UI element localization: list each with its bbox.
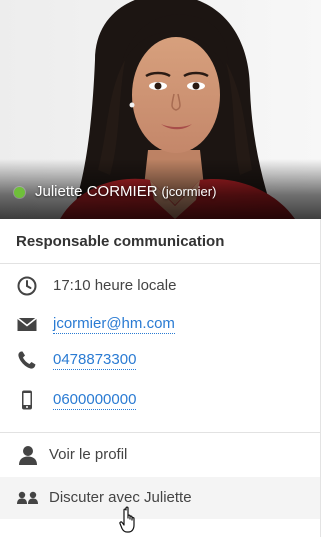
chat-button[interactable]: Discuter avec Juliette: [0, 477, 320, 519]
user-icon: [19, 446, 37, 465]
user-full-name: Juliette CORMIER: [35, 183, 158, 200]
contact-card: Juliette CORMIER (jcormier) Responsable c…: [0, 0, 321, 537]
job-title: Responsable communication: [16, 233, 225, 250]
divider: [0, 432, 320, 433]
local-time: 17:10 heure locale: [53, 277, 177, 294]
mobile-row: 0600000000: [0, 385, 320, 415]
user-name: Juliette CORMIER (jcormier): [35, 183, 216, 200]
view-profile-label: Voir le profil: [49, 446, 128, 463]
phone-link[interactable]: 0478873300: [53, 351, 137, 370]
clock-icon: [17, 276, 37, 296]
phone-icon: [18, 351, 36, 369]
mobile-link[interactable]: 0600000000: [53, 391, 137, 410]
envelope-icon: [17, 317, 37, 331]
phone-row: 0478873300: [0, 345, 320, 375]
presence-status-dot: [14, 187, 25, 198]
profile-photo: Juliette CORMIER (jcormier): [0, 0, 321, 219]
chat-label: Discuter avec Juliette: [49, 489, 192, 506]
hand-pointer-cursor: [119, 506, 135, 533]
users-icon: [17, 491, 38, 504]
divider: [0, 263, 320, 264]
email-row: jcormier@hm.com: [0, 309, 320, 339]
local-time-row: 17:10 heure locale: [0, 271, 320, 301]
mobile-phone-icon: [22, 390, 32, 410]
user-login: (jcormier): [161, 184, 217, 199]
email-link[interactable]: jcormier@hm.com: [53, 315, 175, 334]
view-profile-button[interactable]: Voir le profil: [0, 434, 320, 476]
